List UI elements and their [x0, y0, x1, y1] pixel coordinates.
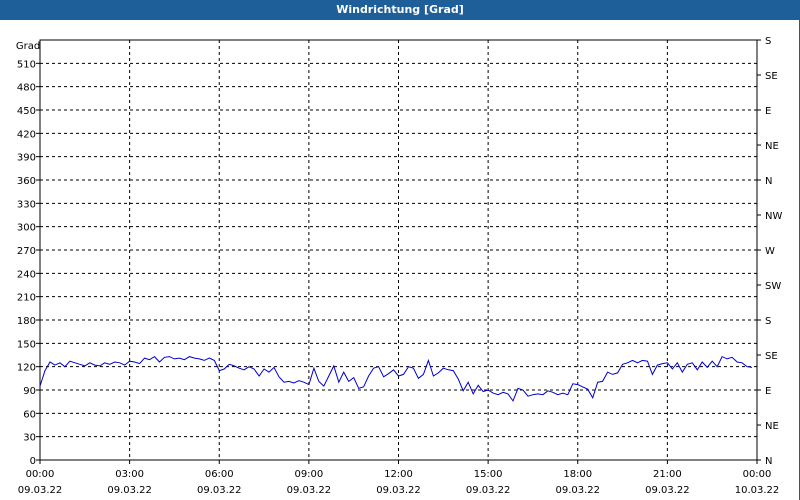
y-tick-label: 60: [23, 409, 36, 420]
x-tick-time: 00:00: [743, 469, 772, 480]
x-tick-time: 12:00: [384, 469, 413, 480]
compass-tick-label: E: [765, 106, 771, 117]
y-tick-label: 150: [17, 339, 36, 350]
x-tick-time: 00:00: [26, 469, 55, 480]
compass-tick-label: NE: [765, 421, 779, 432]
y-tick-label: 30: [23, 433, 36, 444]
x-tick-time: 09:00: [294, 469, 323, 480]
compass-tick-label: S: [765, 36, 771, 47]
compass-tick-label: SE: [765, 351, 778, 362]
x-tick-date: 09.03.22: [287, 485, 332, 496]
compass-tick-label: N: [765, 456, 772, 467]
x-tick-time: 21:00: [653, 469, 682, 480]
y-tick-label: 270: [17, 246, 36, 257]
x-tick-time: 15:00: [474, 469, 503, 480]
y-tick-label: 300: [17, 223, 36, 234]
x-tick-date: 09.03.22: [466, 485, 511, 496]
compass-tick-label: NW: [765, 211, 782, 222]
compass-tick-label: W: [765, 246, 775, 257]
y-tick-label: 0: [30, 456, 36, 467]
compass-tick-label: E: [765, 386, 771, 397]
x-tick-time: 06:00: [205, 469, 234, 480]
compass-tick-label: N: [765, 176, 772, 187]
x-tick-date: 09.03.22: [376, 485, 421, 496]
x-tick-date: 10.03.22: [735, 485, 780, 496]
y-tick-label: 360: [17, 176, 36, 187]
x-tick-time: 18:00: [563, 469, 592, 480]
y-tick-label: 210: [17, 293, 36, 304]
y-tick-label: 90: [23, 386, 36, 397]
wind-direction-chart: 0 30 60 90 120 150 180 210 240 270 300 330 360 390 420…: [16, 36, 783, 496]
y-axis-left: 0 30 60 90 120 150 180 210 240 270 300 330 360 390 420…: [17, 59, 40, 467]
x-tick-time: 03:00: [115, 469, 144, 480]
x-tick-date: 09.03.22: [555, 485, 600, 496]
y-tick-label: 240: [17, 269, 36, 280]
y-tick-label: 480: [17, 83, 36, 94]
x-axis: 00:00 09.03.22 03:00 09.03.22 06:00 09.03.22 0…: [18, 460, 780, 496]
y-tick-label: 420: [17, 129, 36, 140]
x-tick-date: 09.03.22: [107, 485, 152, 496]
y-tick-label: 120: [17, 363, 36, 374]
y-tick-label: 510: [17, 59, 36, 70]
y-tick-label: 390: [17, 153, 36, 164]
y-axis-right: N NE E SE S SW W NW N NE E SE S: [757, 36, 782, 467]
y-axis-label: Grad: [16, 41, 40, 52]
compass-tick-label: S: [765, 316, 771, 327]
compass-tick-label: SW: [765, 281, 781, 292]
compass-tick-label: SE: [765, 71, 778, 82]
x-tick-date: 09.03.22: [197, 485, 242, 496]
x-tick-date: 09.03.22: [18, 485, 63, 496]
compass-tick-label: NE: [765, 141, 779, 152]
x-tick-date: 09.03.22: [645, 485, 690, 496]
y-tick-label: 450: [17, 106, 36, 117]
y-tick-label: 330: [17, 199, 36, 210]
y-tick-label: 180: [17, 316, 36, 327]
